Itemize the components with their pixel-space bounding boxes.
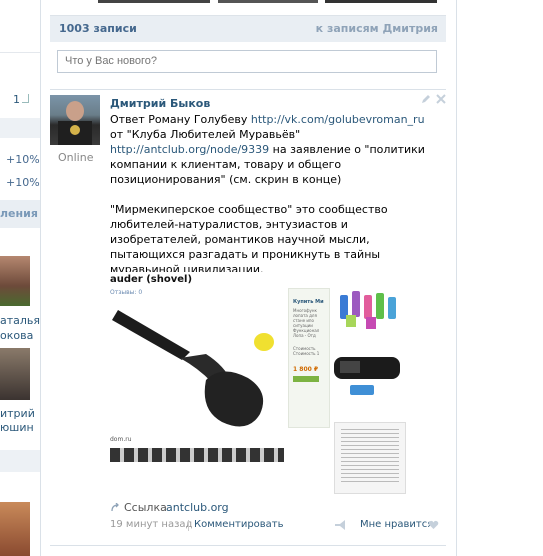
attachment-photo-4[interactable] bbox=[334, 422, 406, 494]
post-time[interactable]: 19 минут назад bbox=[110, 519, 192, 530]
pic-domain: dom.ru bbox=[110, 436, 132, 443]
shot-cart-button bbox=[293, 376, 319, 382]
new-post-input[interactable] bbox=[57, 50, 437, 73]
friend-name-1[interactable]: аталья bbox=[0, 314, 40, 327]
post-author-name[interactable]: Дмитрий Быков bbox=[110, 97, 210, 110]
to-author-posts-link[interactable]: к записям Дмитрия bbox=[316, 22, 438, 35]
link-icon bbox=[111, 502, 119, 512]
shot-line-8: Стоимость bbox=[293, 346, 316, 351]
left-section-title: ления bbox=[0, 207, 38, 220]
post-paragraph-2: "Мирмекиперское сообщество" это сообщест… bbox=[110, 203, 388, 276]
friend-photo-1[interactable] bbox=[0, 256, 30, 306]
friend-name-2[interactable]: итрий bbox=[0, 407, 35, 420]
post-paragraph-1: Ответ Роману Голубеву http://vk.com/golu… bbox=[110, 112, 440, 187]
left-pct-1: +10% bbox=[6, 153, 40, 166]
footer-divider bbox=[188, 520, 189, 531]
friend-name-2b[interactable]: юшин bbox=[0, 421, 34, 434]
post-avatar[interactable] bbox=[50, 95, 100, 145]
left-badge-icon bbox=[22, 94, 29, 103]
shot-line-2: Многофунк bbox=[293, 308, 317, 313]
post-text-part-b: от "Клуба Любителей Муравьёв" bbox=[110, 128, 301, 141]
heart-icon[interactable] bbox=[428, 520, 439, 530]
left-badge[interactable]: 1 bbox=[13, 93, 20, 106]
attachment-photo-1[interactable]: auder (shovel) Отзывы: 0 dom.ru bbox=[110, 272, 284, 468]
wall-separator bbox=[50, 89, 446, 90]
friend-name-1b[interactable]: окова bbox=[0, 329, 33, 342]
attachment-photo-2[interactable]: Купить Ми Многофунк лопата для стане ипо… bbox=[288, 288, 330, 428]
friend-photo-2[interactable] bbox=[0, 348, 30, 400]
wall-count[interactable]: 1003 записи bbox=[59, 22, 137, 35]
attachment-photo-3[interactable] bbox=[332, 285, 404, 413]
top-photo-2[interactable] bbox=[98, 0, 210, 3]
share-icon[interactable] bbox=[334, 520, 346, 530]
comment-link[interactable]: Комментировать bbox=[194, 519, 284, 530]
post-link-1[interactable]: http://vk.com/golubevroman_ru bbox=[251, 113, 425, 126]
post-author-status: Online bbox=[58, 151, 94, 164]
left-pct-2: +10% bbox=[6, 176, 40, 189]
post-link-2[interactable]: http://antclub.org/node/9339 bbox=[110, 143, 269, 156]
wall-header: 1003 записи к записям Дмитрия bbox=[50, 15, 446, 42]
post-bottom-separator bbox=[50, 545, 446, 546]
pic-thumb-strip bbox=[110, 448, 284, 462]
attached-link[interactable]: antclub.org bbox=[166, 501, 229, 514]
pic-subtitle: Отзывы: 0 bbox=[110, 289, 143, 296]
left-column: ления аталья окова итрий юшин bbox=[0, 0, 41, 556]
friend-photo-3[interactable] bbox=[0, 502, 30, 556]
top-photo-4[interactable] bbox=[325, 0, 437, 3]
post-text: Ответ Роману Голубеву http://vk.com/golu… bbox=[110, 112, 440, 292]
shot-line-1: Купить Ми bbox=[293, 299, 324, 305]
post-text-part-a: Ответ Роману Голубеву bbox=[110, 113, 251, 126]
usb-devices-image bbox=[334, 291, 400, 395]
shovel-image bbox=[112, 310, 274, 427]
like-label[interactable]: Мне нравится bbox=[360, 519, 433, 530]
top-photo-3[interactable] bbox=[218, 0, 318, 3]
shot-price: 1 800 ₽ bbox=[293, 366, 319, 373]
pic-title: auder (shovel) bbox=[110, 274, 193, 285]
delete-icon[interactable] bbox=[436, 94, 446, 104]
content-right-border bbox=[456, 0, 457, 556]
link-label: Ссылка bbox=[124, 501, 167, 514]
edit-icon[interactable] bbox=[421, 94, 431, 104]
